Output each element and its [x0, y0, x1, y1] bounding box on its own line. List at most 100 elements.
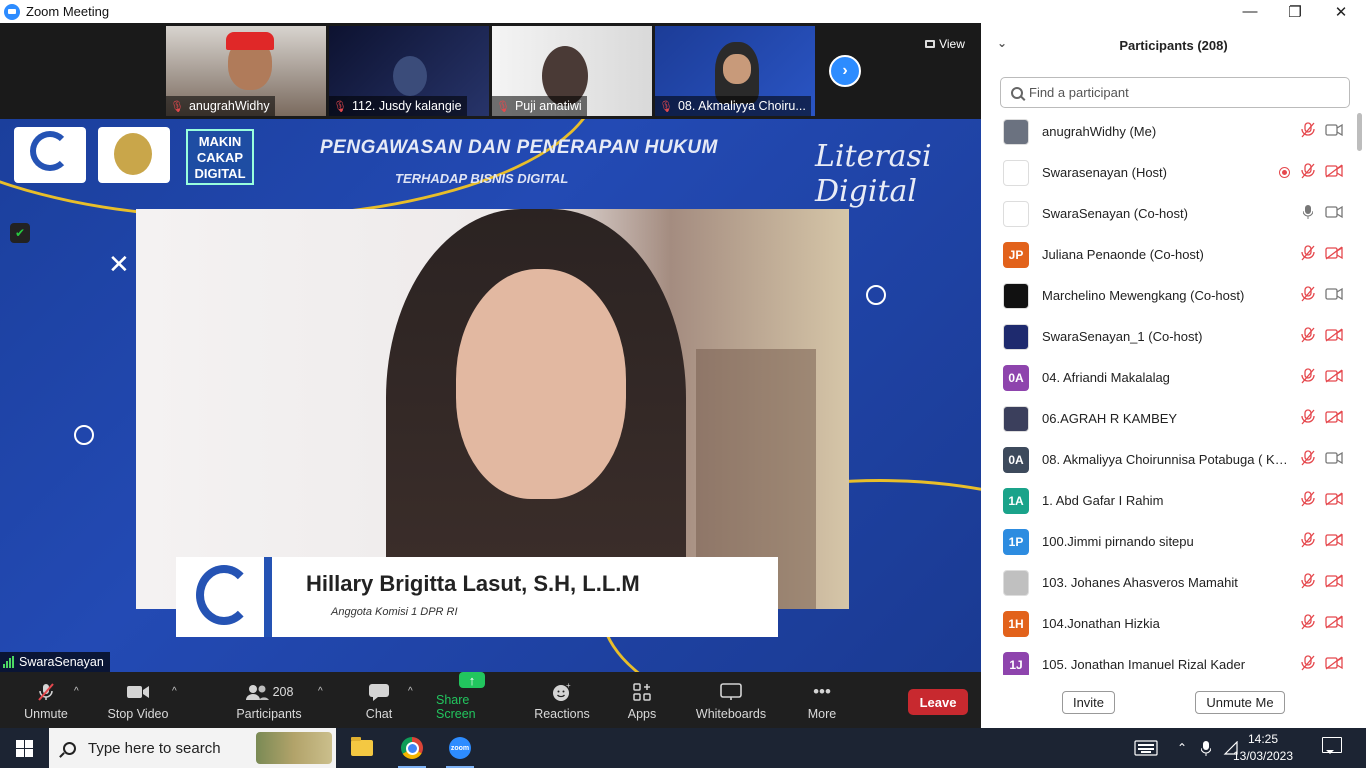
participant-row[interactable]: 1H 104.Jonathan Hizkia	[981, 603, 1353, 644]
speaker-lower-third: Hillary Brigitta Lasut, S.H, L.L.M Anggo…	[176, 557, 778, 637]
close-window-button[interactable]: ✕	[1318, 0, 1364, 23]
whiteboards-button[interactable]: Whiteboards	[694, 672, 768, 728]
participant-name: SwaraSenayan_1 (Co-host)	[1042, 329, 1203, 344]
microphone-muted-icon[interactable]	[1301, 163, 1315, 182]
next-page-button[interactable]: ›	[829, 55, 861, 87]
participant-avatar-photo	[1003, 282, 1029, 309]
scrollbar-track[interactable]	[1355, 111, 1363, 675]
more-button[interactable]: ••• More	[801, 672, 843, 728]
participant-row[interactable]: SwaraSenayan_1 (Co-host)	[981, 316, 1353, 357]
apps-button[interactable]: Apps	[621, 672, 663, 728]
security-shield-icon[interactable]: ✔	[10, 223, 30, 243]
scrollbar-thumb[interactable]	[1357, 113, 1362, 151]
reactions-button[interactable]: + Reactions	[533, 672, 591, 728]
unmute-me-button[interactable]: Unmute Me	[1195, 691, 1285, 714]
system-clock[interactable]: 14:25 13/03/2023	[1228, 731, 1298, 765]
start-button[interactable]	[0, 728, 48, 768]
share-screen-button[interactable]: ↑ Share Screen	[436, 672, 508, 728]
gallery-strip: 🎙 anugrahWidhy 🎙 112. Jusdy kalangie 🎙 Puji…	[0, 23, 981, 119]
participant-row[interactable]: 1P 100.Jimmi pirnando sitepu	[981, 521, 1353, 562]
leave-button[interactable]: Leave	[908, 689, 968, 715]
video-camera-icon[interactable]	[1325, 123, 1343, 140]
microphone-muted-icon[interactable]	[1301, 286, 1315, 305]
view-button[interactable]: View	[917, 33, 973, 55]
participants-button[interactable]: 208 Participants	[233, 672, 305, 728]
participant-row[interactable]: 0A 04. Afriandi Makalalag	[981, 357, 1353, 398]
stop-video-button[interactable]: Stop Video	[104, 672, 172, 728]
participant-row[interactable]: 06.AGRAH R KAMBEY	[981, 398, 1353, 439]
video-camera-icon[interactable]	[1325, 287, 1343, 304]
video-thumbnail[interactable]: 🎙 112. Jusdy kalangie	[329, 26, 489, 116]
microphone-muted-icon	[33, 682, 59, 702]
video-thumbnail[interactable]: 🎙 anugrahWidhy	[166, 26, 326, 116]
restore-button[interactable]: ❐	[1272, 0, 1318, 23]
kominfo-logo	[14, 127, 86, 183]
mic-muted-icon: 🎙	[496, 100, 510, 113]
microphone-muted-icon[interactable]	[1301, 245, 1315, 264]
video-options-caret-icon[interactable]: ^	[172, 686, 177, 697]
literasi-digital-logo: Literasi Digital	[815, 139, 932, 209]
file-explorer-icon[interactable]	[342, 728, 382, 768]
zoom-icon[interactable]: zoom	[440, 728, 480, 768]
chat-options-caret-icon[interactable]: ^	[408, 686, 413, 697]
window-title: Zoom Meeting	[26, 4, 110, 19]
participant-row[interactable]: SwaraSenayan (Co-host)	[981, 193, 1353, 234]
video-off-icon[interactable]	[1325, 656, 1343, 673]
chevron-up-icon[interactable]: ⌃	[1172, 728, 1192, 768]
taskbar-search-box[interactable]: Type here to search	[49, 728, 336, 768]
chevron-down-icon[interactable]: ⌄	[997, 36, 1007, 50]
microphone-muted-icon[interactable]	[1301, 327, 1315, 346]
video-off-icon[interactable]	[1325, 615, 1343, 632]
microphone-muted-icon[interactable]	[1301, 655, 1315, 674]
invite-button[interactable]: Invite	[1062, 691, 1115, 714]
mic-muted-icon: 🎙	[659, 100, 673, 113]
microphone-muted-icon[interactable]	[1301, 614, 1315, 633]
video-off-icon[interactable]	[1325, 246, 1343, 263]
video-off-icon[interactable]	[1325, 369, 1343, 386]
microphone-muted-icon[interactable]	[1301, 450, 1315, 469]
video-camera-icon[interactable]	[1325, 205, 1343, 222]
search-placeholder: Find a participant	[1029, 85, 1129, 100]
participant-row[interactable]: 0A 08. Akmaliyya Choirunnisa Potabuga ( K…	[981, 439, 1353, 480]
whiteboards-label: Whiteboards	[695, 707, 767, 721]
video-thumbnail[interactable]: 🎙 Puji amatiwi	[492, 26, 652, 116]
sponsor-logos: MAKIN CAKAP DIGITAL	[0, 121, 270, 187]
participant-row[interactable]: Marchelino Mewengkang (Co-host)	[981, 275, 1353, 316]
video-off-icon[interactable]	[1325, 164, 1343, 181]
video-off-icon[interactable]	[1325, 328, 1343, 345]
participant-search-input[interactable]: Find a participant	[1000, 77, 1350, 108]
microphone-muted-icon[interactable]	[1301, 532, 1315, 551]
microphone-icon[interactable]	[1302, 204, 1314, 223]
microphone-tray-icon[interactable]	[1196, 728, 1216, 768]
microphone-muted-icon[interactable]	[1301, 122, 1315, 141]
video-off-icon[interactable]	[1325, 533, 1343, 550]
chrome-icon[interactable]	[392, 728, 432, 768]
participant-row[interactable]: 1A 1. Abd Gafar I Rahim	[981, 480, 1353, 521]
participant-row[interactable]: 1J 105. Jonathan Imanuel Rizal Kader	[981, 644, 1353, 675]
audio-options-caret-icon[interactable]: ^	[74, 686, 79, 697]
participant-row[interactable]: JP Juliana Penaonde (Co-host)	[981, 234, 1353, 275]
participant-row[interactable]: Swarasenayan (Host)	[981, 152, 1353, 193]
banner-subtitle: TERHADAP BISNIS DIGITAL	[395, 171, 569, 186]
video-off-icon[interactable]	[1325, 492, 1343, 509]
video-camera-icon[interactable]	[1325, 451, 1343, 468]
dpr-logo	[98, 127, 170, 183]
microphone-muted-icon[interactable]	[1301, 409, 1315, 428]
video-thumbnail[interactable]: 🎙 08. Akmaliyya Choiru...	[655, 26, 815, 116]
video-off-icon[interactable]	[1325, 410, 1343, 427]
unmute-button[interactable]: Unmute	[14, 672, 78, 728]
microphone-muted-icon[interactable]	[1301, 573, 1315, 592]
chat-button[interactable]: Chat	[358, 672, 400, 728]
participant-row[interactable]: 103. Johanes Ahasveros Mamahit	[981, 562, 1353, 603]
participant-name: 04. Afriandi Makalalag	[1042, 370, 1170, 385]
taskbar-search-placeholder: Type here to search	[88, 739, 221, 757]
notification-center-icon[interactable]	[1322, 737, 1342, 754]
minimize-button[interactable]: —	[1227, 0, 1273, 23]
participants-options-caret-icon[interactable]: ^	[318, 686, 323, 697]
keyboard-icon[interactable]	[1132, 728, 1160, 768]
microphone-muted-icon[interactable]	[1301, 368, 1315, 387]
whiteboard-icon	[718, 682, 744, 702]
participant-row[interactable]: anugrahWidhy (Me)	[981, 111, 1353, 152]
microphone-muted-icon[interactable]	[1301, 491, 1315, 510]
video-off-icon[interactable]	[1325, 574, 1343, 591]
